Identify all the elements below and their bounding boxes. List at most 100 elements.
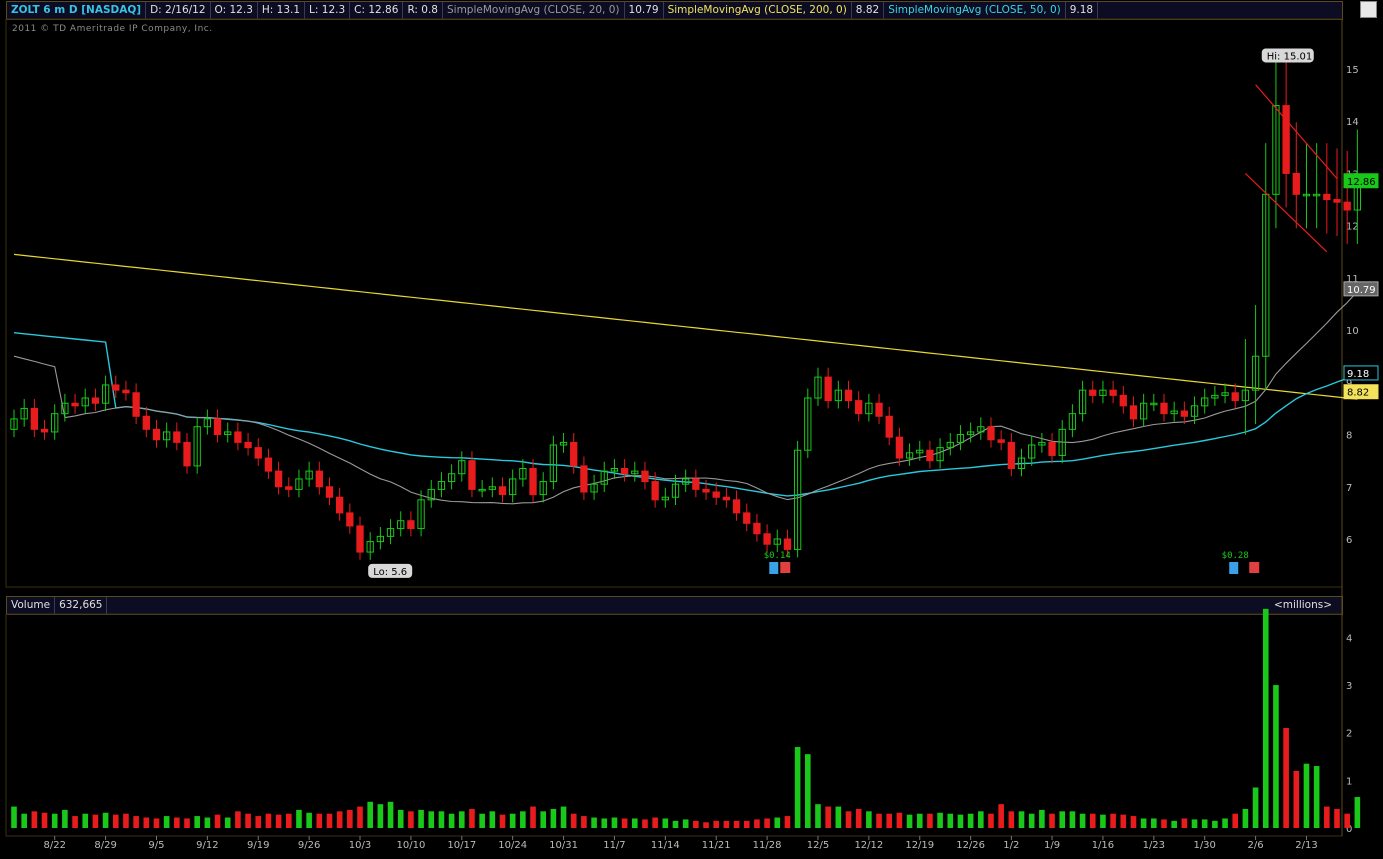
- volume-bar: [764, 818, 770, 828]
- candle-body: [1343, 201, 1351, 211]
- volume-bar: [794, 747, 801, 828]
- volume-bar: [499, 814, 506, 828]
- volume-bar: [123, 813, 129, 828]
- x-tick-label: 10/10: [396, 840, 425, 851]
- volume-bar: [835, 806, 842, 828]
- candle-body: [702, 488, 710, 493]
- volume-bar: [1242, 808, 1249, 828]
- volume-bar: [194, 816, 200, 828]
- volume-bar: [306, 812, 312, 828]
- candle-body: [1119, 394, 1127, 407]
- candle-body: [234, 431, 242, 443]
- volume-bar: [153, 818, 160, 828]
- volume-bar: [947, 813, 954, 828]
- price-badge-label: 12.86: [1347, 177, 1376, 188]
- volume-y-tick: 1: [1346, 776, 1352, 787]
- price-y-tick: 15: [1346, 65, 1359, 76]
- high-label: Hi: 15.01: [1267, 51, 1312, 62]
- x-tick-label: 9/26: [298, 840, 320, 851]
- candle-body: [336, 496, 344, 514]
- volume-bar: [682, 819, 689, 828]
- candle-body: [1282, 105, 1290, 174]
- x-tick-label: 1/23: [1143, 840, 1165, 851]
- volume-bar: [1313, 766, 1320, 828]
- x-tick-label: 1/9: [1044, 840, 1060, 851]
- volume-bar: [1120, 814, 1127, 828]
- volume-bar: [1140, 818, 1147, 828]
- volume-bar: [397, 809, 404, 828]
- volume-bar: [235, 811, 241, 828]
- volume-bar: [1222, 818, 1228, 828]
- volume-bar: [896, 812, 903, 828]
- volume-bar: [611, 817, 618, 828]
- candle-body: [30, 407, 39, 430]
- candle-body: [274, 470, 283, 488]
- volume-bar: [713, 820, 720, 828]
- candle-body: [1007, 441, 1015, 469]
- volume-bar: [520, 811, 526, 828]
- candle-body: [498, 486, 507, 496]
- candle-body: [122, 389, 130, 394]
- volume-bar: [265, 813, 272, 828]
- volume-bar: [530, 806, 536, 828]
- x-tick-label: 9/19: [247, 840, 269, 851]
- volume-bar: [998, 804, 1004, 828]
- volume-bar: [1252, 787, 1259, 828]
- volume-bar: [1262, 608, 1269, 828]
- price-y-tick: 8: [1346, 431, 1352, 442]
- volume-bar: [631, 818, 638, 828]
- candle-body: [152, 428, 161, 441]
- volume-bar: [296, 809, 302, 828]
- volume-bar: [570, 813, 577, 828]
- volume-bar: [743, 820, 750, 828]
- price-pane-frame: [5, 18, 1343, 588]
- x-tick-label: 8/22: [43, 840, 65, 851]
- volume-bar: [581, 816, 587, 828]
- volume-bar: [774, 817, 781, 828]
- volume-bar: [133, 816, 139, 828]
- volume-bar: [479, 813, 485, 828]
- volume-bar: [204, 817, 211, 828]
- candle-body: [407, 520, 415, 530]
- volume-bar: [1344, 813, 1350, 828]
- candle-body: [722, 496, 731, 501]
- volume-bar: [825, 806, 831, 828]
- candle-body: [763, 533, 771, 545]
- volume-bar: [1130, 816, 1137, 828]
- candle-body: [844, 389, 853, 402]
- candle-body: [1323, 193, 1331, 201]
- volume-bar: [1089, 813, 1096, 828]
- volume-bar: [1303, 763, 1310, 828]
- candle-body: [173, 431, 181, 443]
- candle-body: [743, 512, 751, 524]
- volume-bar: [1181, 818, 1188, 828]
- volume-bar: [367, 801, 373, 828]
- candle-body: [71, 402, 79, 407]
- volume-bar: [408, 811, 414, 828]
- candle-body: [1109, 389, 1117, 396]
- volume-bar: [937, 812, 943, 828]
- candle-body: [1333, 199, 1341, 203]
- price-y-tick: 14: [1346, 117, 1359, 128]
- volume-bar: [866, 811, 872, 828]
- volume-bar: [285, 813, 292, 828]
- volume-y-tick: 3: [1346, 681, 1352, 692]
- candle-body: [783, 538, 792, 550]
- volume-bar: [1049, 813, 1055, 828]
- volume-bar: [143, 817, 150, 828]
- volume-bar: [72, 816, 78, 828]
- volume-bar: [489, 811, 496, 828]
- volume-bar: [1151, 818, 1157, 828]
- x-tick-label: 1/16: [1092, 840, 1114, 851]
- volume-bar: [448, 813, 455, 828]
- candle-body: [112, 384, 120, 391]
- candle-body: [356, 525, 364, 553]
- candle-body: [651, 481, 659, 501]
- dividend-label-2: $0.28: [1222, 551, 1249, 561]
- candle-body: [570, 441, 578, 467]
- candle-body: [753, 522, 761, 535]
- volume-bar: [1354, 797, 1361, 828]
- volume-bar: [428, 811, 435, 828]
- candle-body: [91, 397, 100, 404]
- candle-body: [620, 468, 629, 475]
